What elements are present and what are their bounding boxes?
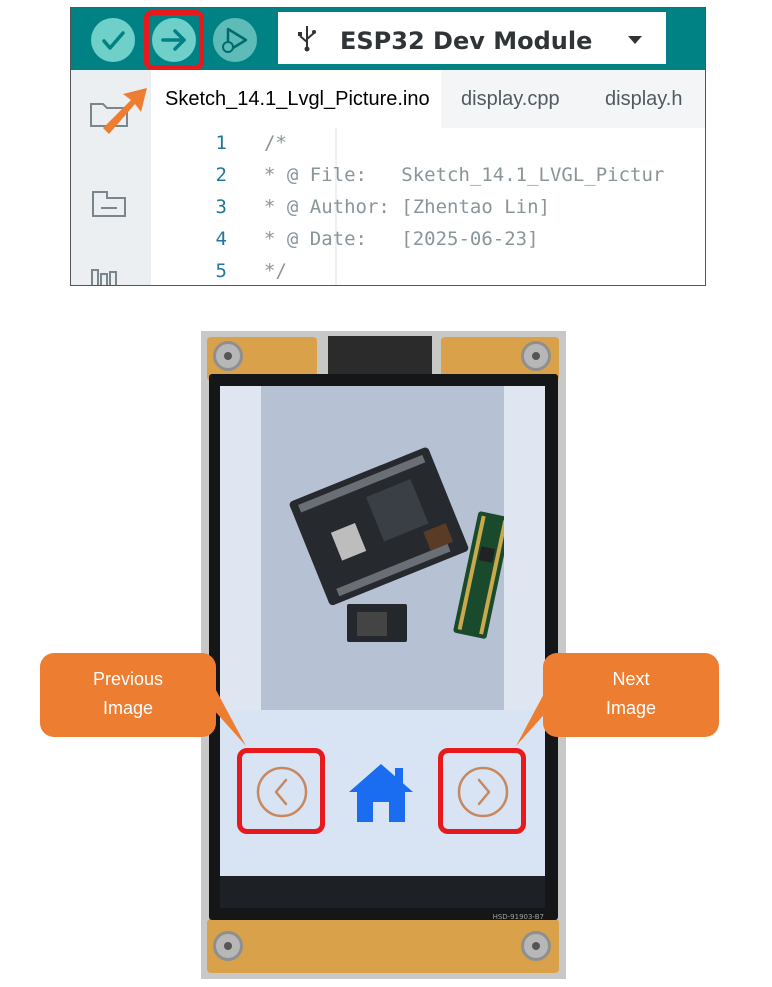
line-number: 4 — [215, 228, 227, 250]
ide-toolbar: ESP32 Dev Module — [71, 8, 705, 70]
board-selector[interactable]: ESP32 Dev Module — [278, 12, 666, 64]
line-number: 5 — [215, 260, 227, 282]
callout-pointer — [196, 690, 246, 746]
code-line: 1 /* — [151, 132, 705, 162]
home-button[interactable] — [345, 758, 417, 826]
code-editor[interactable]: 1 /* 2 * @ File: Sketch_14.1_LVGL_Pictur… — [151, 128, 705, 285]
line-number: 2 — [215, 164, 227, 186]
board-manager-icon[interactable] — [89, 188, 129, 220]
callout-pointer — [516, 690, 566, 746]
code-line: 4 * @ Date: [2025-06-23] — [151, 228, 705, 258]
code-line: 2 * @ File: Sketch_14.1_LVGL_Pictur — [151, 164, 705, 194]
ffc-connector — [328, 336, 432, 374]
code-text: */ — [264, 260, 287, 282]
debug-button[interactable] — [213, 18, 257, 62]
screw-icon — [521, 341, 551, 371]
line-number: 3 — [215, 196, 227, 218]
pcb-edge — [207, 919, 559, 973]
code-line: 5 */ — [151, 260, 705, 285]
tab-sketch-ino[interactable]: Sketch_14.1_Lvgl_Picture.ino — [151, 70, 441, 128]
panel-model-label: HSD-91903-B7 — [492, 913, 544, 921]
code-text: /* — [264, 132, 287, 154]
board-name: ESP32 Dev Module — [340, 27, 593, 55]
tab-display-cpp[interactable]: display.cpp — [447, 70, 574, 128]
callout-text: Previous — [92, 669, 164, 689]
screw-icon — [213, 931, 243, 961]
library-icon[interactable] — [89, 266, 129, 286]
callout-text: Image — [102, 698, 154, 718]
next-image-callout: Next Image — [543, 653, 719, 737]
display-bottom-bezel — [220, 876, 545, 908]
line-number: 1 — [215, 132, 227, 154]
code-text: * @ Date: [2025-06-23] — [264, 228, 539, 250]
callout-text: Image — [605, 698, 657, 718]
home-icon — [349, 764, 413, 822]
boards-photo — [261, 386, 504, 710]
pointer-arrow-icon — [103, 88, 147, 134]
usb-icon — [298, 26, 316, 52]
upload-button-highlight — [144, 10, 204, 70]
verify-button[interactable] — [91, 18, 135, 62]
previous-button-highlight — [237, 748, 325, 834]
displayed-image — [261, 386, 504, 710]
code-text: * @ File: Sketch_14.1_LVGL_Pictur — [264, 164, 665, 186]
previous-image-callout: Previous Image — [40, 653, 216, 737]
arduino-ide-window: ESP32 Dev Module Sketch_14.1_Lvgl_Pictur… — [70, 7, 706, 286]
code-line: 3 * @ Author: [Zhentao Lin] — [151, 196, 705, 226]
check-icon — [102, 31, 125, 50]
device-photo: HSD-91903-B7 — [201, 331, 566, 979]
file-tabs: Sketch_14.1_Lvgl_Picture.ino display.cpp… — [151, 70, 705, 128]
callout-text: Next — [612, 669, 650, 689]
screw-icon — [521, 931, 551, 961]
caret-down-icon — [628, 36, 642, 44]
code-text: * @ Author: [Zhentao Lin] — [264, 196, 550, 218]
tab-display-h[interactable]: display.h — [591, 70, 696, 128]
screw-icon — [213, 341, 243, 371]
next-button-highlight — [438, 748, 526, 834]
debug-play-icon — [222, 27, 248, 53]
